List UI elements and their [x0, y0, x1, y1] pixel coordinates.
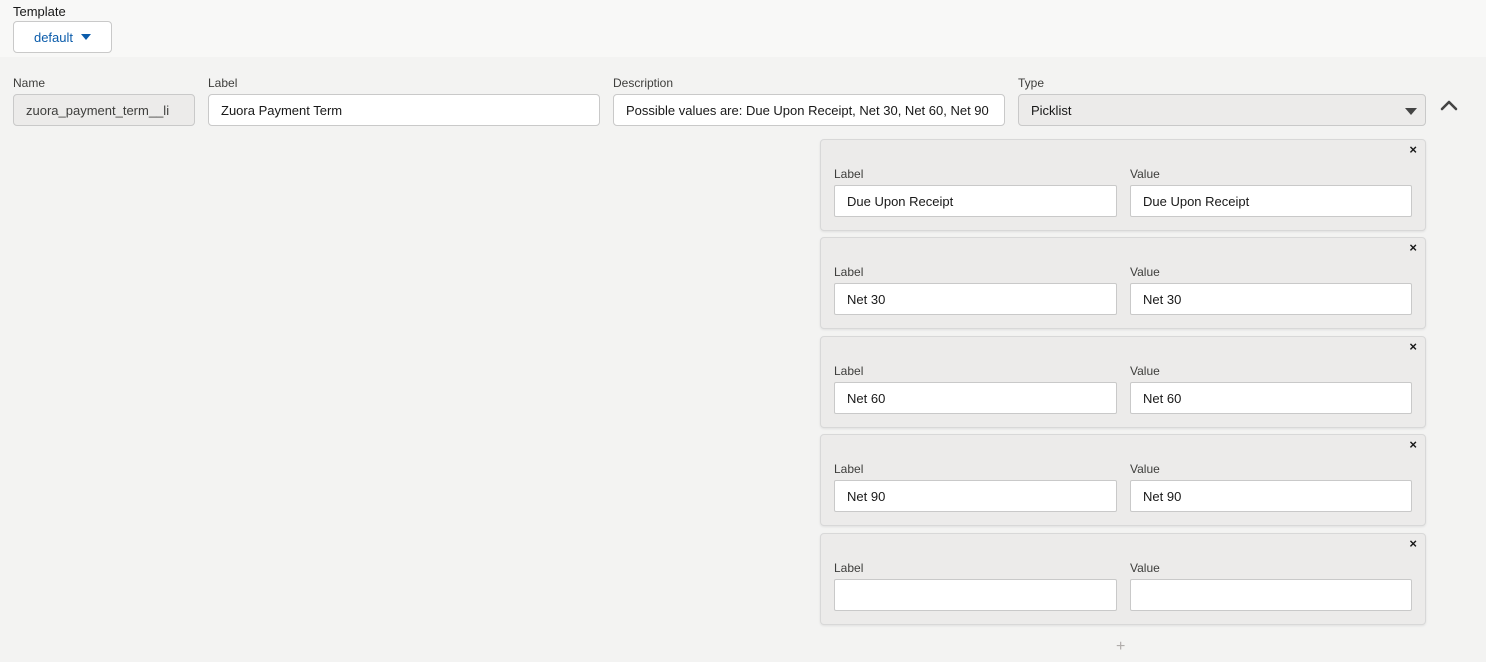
type-selected-value: Picklist	[1031, 102, 1072, 118]
close-icon[interactable]: ×	[1409, 537, 1417, 551]
close-icon[interactable]: ×	[1409, 340, 1417, 354]
template-section	[0, 0, 1486, 57]
name-label: Name	[13, 76, 46, 90]
picklist-item-value-header: Value	[1130, 462, 1160, 476]
template-dropdown-button[interactable]: default	[13, 21, 112, 53]
picklist-item-value-input[interactable]: Net 60	[1130, 382, 1412, 414]
picklist-item-label-header: Label	[834, 364, 864, 378]
picklist-item: × Label Value	[820, 533, 1426, 625]
picklist-item-value-input[interactable]: Net 90	[1130, 480, 1412, 512]
picklist-item: × Label Value Net 90 Net 90	[820, 434, 1426, 526]
picklist-item: × Label Value Due Upon Receipt Due Upon Rece…	[820, 139, 1426, 231]
description-label: Description	[613, 76, 674, 90]
picklist-item-value-header: Value	[1130, 561, 1160, 575]
picklist-item-value-input[interactable]	[1130, 579, 1412, 611]
triangle-down-icon	[1405, 108, 1417, 115]
description-field[interactable]: Possible values are: Due Upon Receipt, N…	[613, 94, 1005, 126]
picklist-item-label-input[interactable]: Net 90	[834, 480, 1117, 512]
picklist-item-label-input[interactable]: Net 60	[834, 382, 1117, 414]
label-label: Label	[208, 76, 238, 90]
plus-icon[interactable]: +	[1116, 638, 1125, 656]
picklist-item-value-input[interactable]: Net 30	[1130, 283, 1412, 315]
close-icon[interactable]: ×	[1409, 143, 1417, 157]
picklist-item-value-input[interactable]: Due Upon Receipt	[1130, 185, 1412, 217]
picklist-item-value-header: Value	[1130, 167, 1160, 181]
picklist-item: × Label Value Net 30 Net 30	[820, 237, 1426, 329]
chevron-up-icon[interactable]	[1440, 98, 1458, 112]
triangle-down-icon	[81, 34, 92, 40]
template-selected-value: default	[33, 29, 74, 45]
type-label: Type	[1018, 76, 1045, 90]
picklist-item-label-input[interactable]	[834, 579, 1117, 611]
picklist-item-value-header: Value	[1130, 364, 1160, 378]
picklist-item-label-input[interactable]: Due Upon Receipt	[834, 185, 1117, 217]
picklist-item-label-header: Label	[834, 561, 864, 575]
label-field[interactable]: Zuora Payment Term	[208, 94, 600, 126]
template-label: Template	[13, 4, 66, 19]
close-icon[interactable]: ×	[1409, 438, 1417, 452]
picklist-item-label-header: Label	[834, 462, 864, 476]
name-field: zuora_payment_term__li	[13, 94, 195, 126]
close-icon[interactable]: ×	[1409, 241, 1417, 255]
picklist-item-label-header: Label	[834, 265, 864, 279]
picklist-item-label-header: Label	[834, 167, 864, 181]
picklist-item: × Label Value Net 60 Net 60	[820, 336, 1426, 428]
picklist-item-label-input[interactable]: Net 30	[834, 283, 1117, 315]
type-select[interactable]: Picklist	[1018, 94, 1426, 126]
picklist-item-value-header: Value	[1130, 265, 1160, 279]
